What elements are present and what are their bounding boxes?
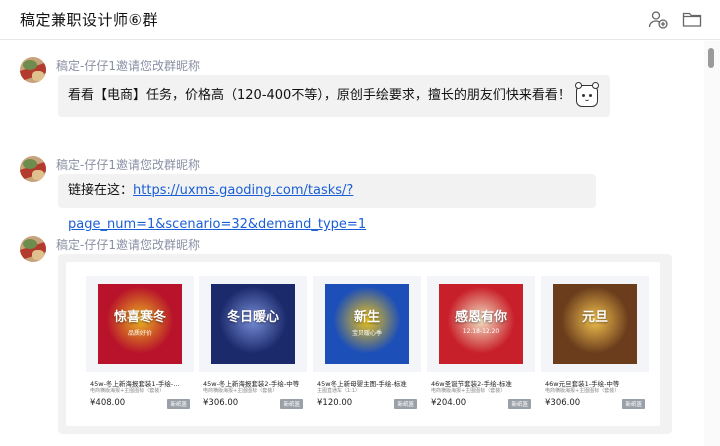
avatar[interactable] bbox=[20, 236, 46, 262]
folder-icon[interactable] bbox=[681, 8, 703, 30]
poster-thumbnail: 惊喜寒冬 品质好价 bbox=[98, 284, 182, 364]
poster-title: 冬日暖心 bbox=[226, 310, 279, 325]
task-card[interactable]: 惊喜寒冬 品质好价 45w-冬上新海报套装1-手绘-… 电商横版海报+主图图标（套装）… bbox=[86, 276, 194, 414]
group-title: 稿定兼职设计师⑥群 bbox=[20, 11, 158, 29]
bear-face-emoji-icon bbox=[575, 82, 599, 107]
poster-thumbnail: 新生 宝贝暖心季 bbox=[325, 284, 409, 364]
poster-title: 新生 bbox=[353, 310, 380, 325]
task-card-subtitle: 电商横版海报+主图图标（套装） bbox=[545, 388, 620, 394]
poster-title: 惊喜寒冬 bbox=[113, 310, 166, 325]
poster-title: 感恩有你 bbox=[454, 310, 507, 325]
task-card-subtitle: 电商横版海报+主图图标（套装） bbox=[90, 388, 165, 394]
message-bubble[interactable]: 惊喜寒冬 品质好价 45w-冬上新海报套装1-手绘-… 电商横版海报+主图图标（套装）… bbox=[58, 254, 672, 434]
task-card-tag: 新纸篮 bbox=[167, 399, 190, 409]
task-card-panel: 惊喜寒冬 品质好价 45w-冬上新海报套装1-手绘-… 电商横版海报+主图图标（套装）… bbox=[66, 262, 660, 426]
task-card-subtitle: 电商横版海报+主图图标（套装） bbox=[431, 388, 506, 394]
poster-thumbnail: 元旦 bbox=[553, 284, 637, 364]
message-text: 看看【电商】任务，价格高（120-400不等），原创手绘要求，擅长的朋友们快来看… bbox=[68, 88, 571, 103]
task-card-image[interactable]: 惊喜寒冬 品质好价 bbox=[86, 276, 194, 372]
poster-subtitle: 12.18-12.20 bbox=[462, 328, 500, 335]
poster-subtitle: 品质好价 bbox=[127, 330, 152, 337]
task-card-image[interactable]: 新生 宝贝暖心季 bbox=[313, 276, 421, 372]
add-member-icon[interactable] bbox=[647, 8, 669, 30]
task-card-image[interactable]: 感恩有你 12.18-12.20 bbox=[427, 276, 535, 372]
task-card-subtitle: 主图直通车（1:1） bbox=[317, 388, 361, 394]
task-card-price: ¥408.00 bbox=[90, 398, 126, 408]
task-card-tag: 新纸篮 bbox=[508, 399, 531, 409]
task-card[interactable]: 感恩有你 12.18-12.20 46w圣诞节套装2-手绘-标准 电商横版海报+主图图… bbox=[427, 276, 535, 414]
sender-name: 稿定-仔仔1邀请您改群昵称 bbox=[56, 158, 200, 172]
task-card-price: ¥306.00 bbox=[545, 398, 581, 408]
avatar[interactable] bbox=[20, 57, 46, 83]
poster-title: 元旦 bbox=[581, 310, 608, 325]
task-card-tag: 新纸篮 bbox=[622, 399, 645, 409]
task-card-price: ¥120.00 bbox=[317, 398, 353, 408]
avatar[interactable] bbox=[20, 156, 46, 182]
task-card-image[interactable]: 元旦 bbox=[541, 276, 649, 372]
poster-thumbnail: 感恩有你 12.18-12.20 bbox=[439, 284, 523, 364]
task-card-tag: 新纸篮 bbox=[280, 399, 303, 409]
task-card-price: ¥204.00 bbox=[431, 398, 467, 408]
poster-thumbnail: 冬日暖心 bbox=[211, 284, 295, 364]
message-prefix: 链接在这： bbox=[68, 183, 134, 198]
task-card-tag: 新纸篮 bbox=[394, 399, 417, 409]
task-card-price: ¥306.00 bbox=[203, 398, 239, 408]
sender-name: 稿定-仔仔1邀请您改群昵称 bbox=[56, 238, 200, 252]
scrollbar-thumb[interactable] bbox=[708, 48, 714, 68]
message-bubble[interactable]: 链接在这：https://uxms.gaoding.com/tasks/?pag… bbox=[58, 174, 596, 232]
message-list[interactable]: 稿定-仔仔1邀请您改群昵称 看看【电商】任务，价格高（120-400不等），原创… bbox=[0, 41, 704, 446]
task-card[interactable]: 冬日暖心 45w-冬上新海报套装2-手绘-中等 电商横版海报+主图图标（套装） ¥30… bbox=[199, 276, 307, 414]
chat-header: 稿定兼职设计师⑥群 bbox=[0, 0, 720, 40]
task-card-image[interactable]: 冬日暖心 bbox=[199, 276, 307, 372]
scrollbar-track[interactable] bbox=[704, 41, 720, 446]
task-card[interactable]: 元旦 46w元旦套装1-手绘-中等 电商横版海报+主图图标（套装） ¥306.00 新纸… bbox=[541, 276, 649, 414]
sender-name: 稿定-仔仔1邀请您改群昵称 bbox=[56, 59, 200, 73]
message-bubble[interactable]: 看看【电商】任务，价格高（120-400不等），原创手绘要求，擅长的朋友们快来看… bbox=[58, 75, 610, 117]
task-card-subtitle: 电商横版海报+主图图标（套装） bbox=[203, 388, 278, 394]
poster-subtitle: 宝贝暖心季 bbox=[351, 330, 382, 337]
task-card[interactable]: 新生 宝贝暖心季 45w冬上新母婴主图-手绘-标准 主图直通车（1:1） ¥120.00… bbox=[313, 276, 421, 414]
